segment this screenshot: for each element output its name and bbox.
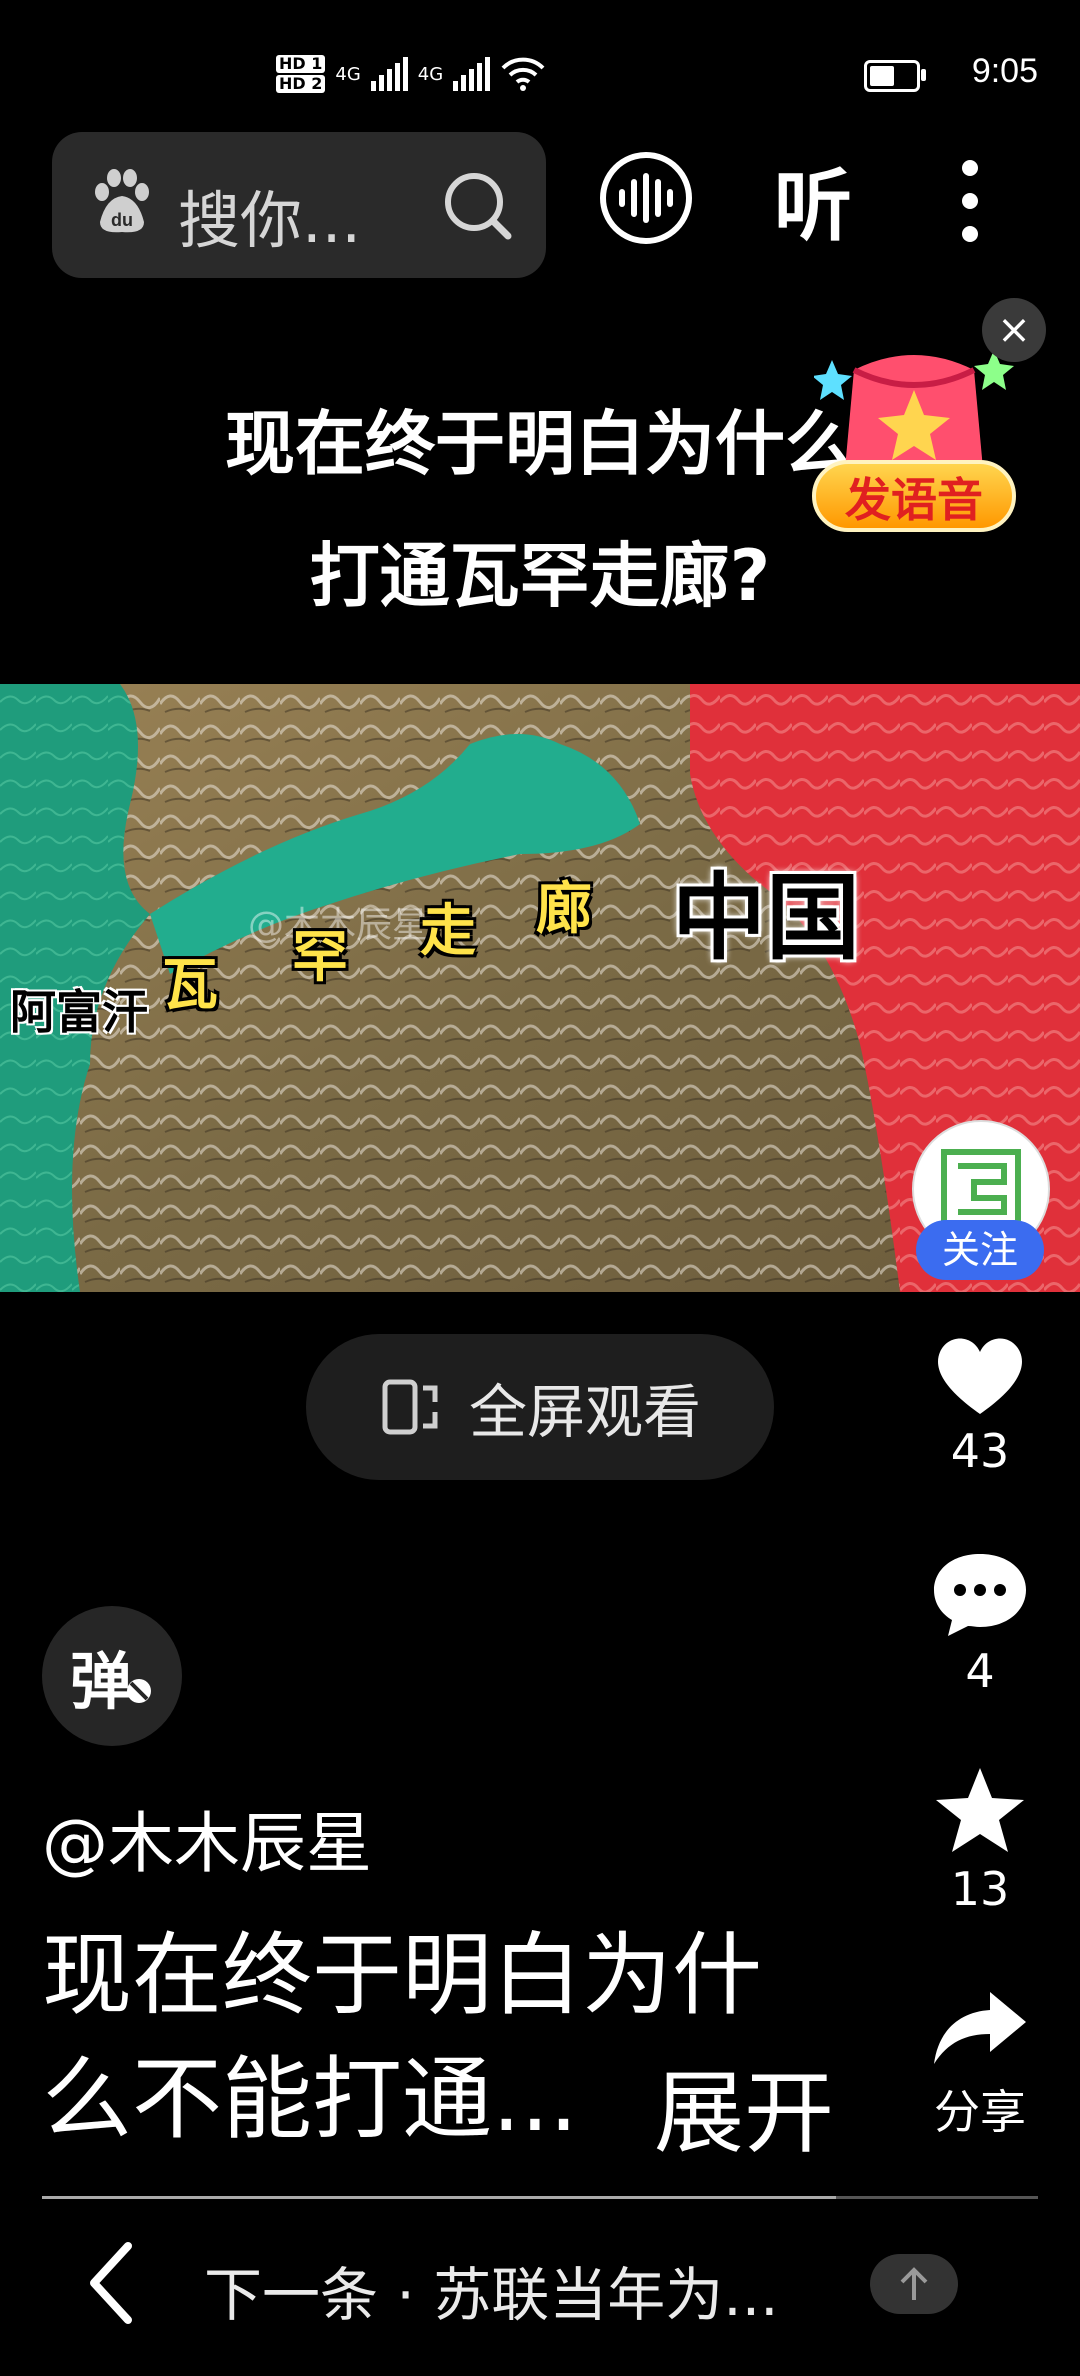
share-arrow-icon — [934, 1992, 1026, 2064]
comment-icon — [934, 1554, 1026, 1636]
wifi-icon — [501, 57, 545, 91]
progress-fill — [42, 2196, 836, 2199]
heart-icon — [938, 1338, 1022, 1414]
corridor-char-1: 瓦 — [162, 953, 218, 1018]
author-name[interactable]: @木木辰星 — [42, 1790, 372, 1886]
search-input[interactable]: 搜你... — [178, 170, 361, 260]
danmaku-toggle-button[interactable]: 弹 — [42, 1606, 182, 1746]
expand-button[interactable]: 展开 — [654, 2040, 834, 2170]
signal-bars-1-icon — [370, 57, 408, 91]
comment-button[interactable]: 4 — [910, 1548, 1050, 1698]
next-video-link[interactable]: 下一条 · 苏联当年为... — [204, 2248, 779, 2332]
follow-button[interactable]: 关注 — [916, 1220, 1044, 1280]
star-icon — [936, 1768, 1024, 1852]
favorite-count: 13 — [950, 1862, 1010, 1916]
comment-count: 4 — [965, 1644, 995, 1698]
promo-close-icon[interactable]: × — [982, 298, 1046, 362]
signal-bars-2-icon — [453, 57, 491, 91]
send-voice-badge[interactable]: 发语音 — [812, 460, 1016, 532]
corridor-char-2: 罕 — [292, 925, 348, 990]
status-bar: HD 1 HD 2 4G 4G 9:05 — [0, 0, 1080, 110]
favorite-button[interactable]: 13 — [910, 1764, 1050, 1916]
danmaku-label: 弹 — [69, 1645, 132, 1718]
clock: 9:05 — [971, 52, 1038, 90]
like-button[interactable]: 43 — [910, 1330, 1050, 1478]
like-count: 43 — [950, 1424, 1010, 1478]
sim2-badge: HD 2 — [276, 75, 326, 93]
fullscreen-label: 全屏观看 — [468, 1378, 701, 1446]
listen-button[interactable]: 听 — [774, 144, 852, 256]
battery-icon — [864, 60, 926, 92]
signal-indicators: HD 1 HD 2 4G 4G — [276, 44, 546, 104]
svg-text:du: du — [111, 210, 133, 230]
map-label-afghanistan: 阿富汗 — [10, 985, 148, 1039]
scroll-up-button[interactable] — [870, 2254, 958, 2314]
baidu-paw-icon: du — [95, 169, 149, 233]
network-type-2: 4G — [417, 63, 444, 85]
corridor-char-4: 廊 — [536, 877, 592, 942]
search-icon[interactable] — [440, 168, 514, 242]
voice-wave-icon[interactable] — [598, 150, 694, 246]
more-options-icon[interactable] — [952, 156, 988, 246]
sim-badges: HD 1 HD 2 — [276, 55, 326, 93]
corridor-char-3: 走 — [420, 899, 476, 964]
sim1-badge: HD 1 — [276, 55, 326, 73]
rotate-screen-icon — [382, 1379, 438, 1435]
share-button[interactable]: 分享 — [910, 1986, 1050, 2142]
share-label: 分享 — [934, 2085, 1026, 2139]
description-line1: 现在终于明白为什 — [42, 1923, 762, 2028]
danmaku-off-icon — [127, 1679, 151, 1703]
up-arrow-icon — [900, 2267, 928, 2300]
back-arrow-icon[interactable] — [78, 2238, 148, 2328]
fullscreen-button[interactable]: 全屏观看 — [306, 1334, 774, 1480]
network-type-1: 4G — [335, 63, 361, 85]
map-label-china: 中国 — [672, 864, 861, 973]
